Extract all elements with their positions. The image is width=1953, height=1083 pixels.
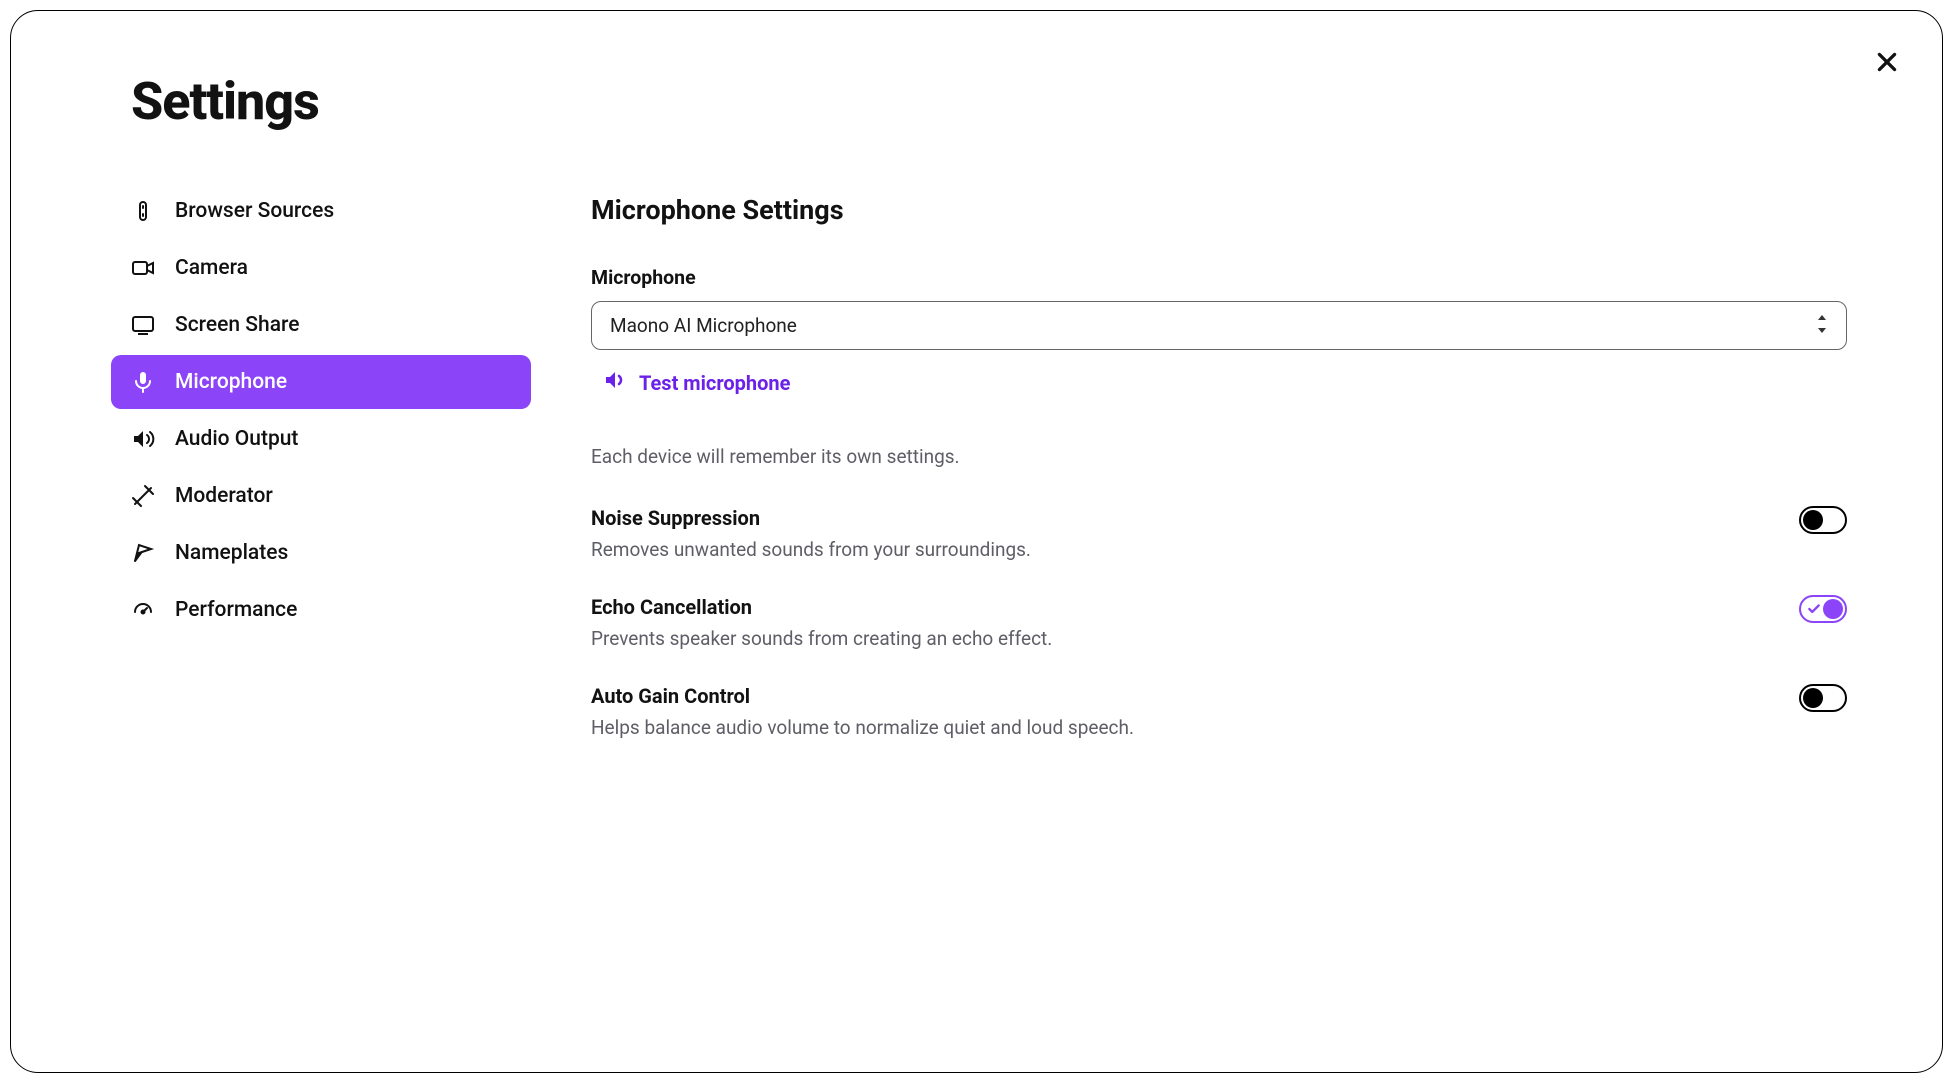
option-title: Noise Suppression: [591, 506, 1031, 530]
performance-icon: [131, 598, 155, 622]
sidebar-item-microphone[interactable]: Microphone: [111, 355, 531, 409]
sidebar: Browser Sources Camera Screen Share Micr…: [111, 184, 531, 773]
microphone-label: Microphone: [591, 266, 1847, 289]
sidebar-item-camera[interactable]: Camera: [111, 241, 531, 295]
sidebar-item-label: Nameplates: [175, 541, 288, 565]
noise-suppression-toggle[interactable]: [1799, 506, 1847, 534]
sidebar-item-label: Moderator: [175, 484, 273, 508]
screen-share-icon: [131, 313, 155, 337]
section-title: Microphone Settings: [591, 194, 1847, 226]
option-desc: Prevents speaker sounds from creating an…: [591, 627, 1052, 650]
settings-dialog: Settings Browser Sources Camera Screen S…: [10, 10, 1943, 1073]
sidebar-item-label: Audio Output: [175, 427, 298, 451]
microphone-icon: [131, 370, 155, 394]
microphone-select[interactable]: Maono AI Microphone: [591, 301, 1847, 350]
toggle-knob: [1803, 688, 1823, 708]
option-echo-cancellation: Echo Cancellation Prevents speaker sound…: [591, 595, 1847, 650]
close-button[interactable]: [1872, 49, 1902, 79]
main-panel: Microphone Settings Microphone Maono AI …: [591, 184, 1867, 773]
sidebar-item-label: Browser Sources: [175, 199, 334, 223]
camera-icon: [131, 256, 155, 280]
sidebar-item-performance[interactable]: Performance: [111, 583, 531, 637]
moderator-icon: [131, 484, 155, 508]
close-icon: [1874, 49, 1900, 79]
toggle-knob: [1803, 510, 1823, 530]
echo-cancellation-toggle[interactable]: [1799, 595, 1847, 623]
option-desc: Helps balance audio volume to normalize …: [591, 716, 1134, 739]
sidebar-item-browser-sources[interactable]: Browser Sources: [111, 184, 531, 238]
page-title: Settings: [131, 71, 1867, 132]
option-title: Auto Gain Control: [591, 684, 1134, 708]
toggle-knob: [1823, 599, 1843, 619]
browser-sources-icon: [131, 199, 155, 223]
test-microphone-label: Test microphone: [639, 371, 790, 395]
check-icon: [1807, 602, 1821, 616]
microphone-select-value: Maono AI Microphone: [610, 314, 797, 337]
audio-output-icon: [131, 427, 155, 451]
sidebar-item-audio-output[interactable]: Audio Output: [111, 412, 531, 466]
device-settings-hint: Each device will remember its own settin…: [591, 445, 1847, 468]
sidebar-item-moderator[interactable]: Moderator: [111, 469, 531, 523]
option-desc: Removes unwanted sounds from your surrou…: [591, 538, 1031, 561]
sidebar-item-nameplates[interactable]: Nameplates: [111, 526, 531, 580]
option-title: Echo Cancellation: [591, 595, 1052, 619]
speaker-icon: [603, 368, 627, 397]
sidebar-item-screen-share[interactable]: Screen Share: [111, 298, 531, 352]
sidebar-item-label: Screen Share: [175, 313, 300, 337]
nameplates-icon: [131, 541, 155, 565]
test-microphone-button[interactable]: Test microphone: [603, 368, 1847, 397]
sidebar-item-label: Camera: [175, 256, 248, 280]
sidebar-item-label: Performance: [175, 598, 297, 622]
chevron-up-down-icon: [1816, 315, 1828, 336]
option-auto-gain: Auto Gain Control Helps balance audio vo…: [591, 684, 1847, 739]
auto-gain-toggle[interactable]: [1799, 684, 1847, 712]
option-noise-suppression: Noise Suppression Removes unwanted sound…: [591, 506, 1847, 561]
sidebar-item-label: Microphone: [175, 370, 287, 394]
